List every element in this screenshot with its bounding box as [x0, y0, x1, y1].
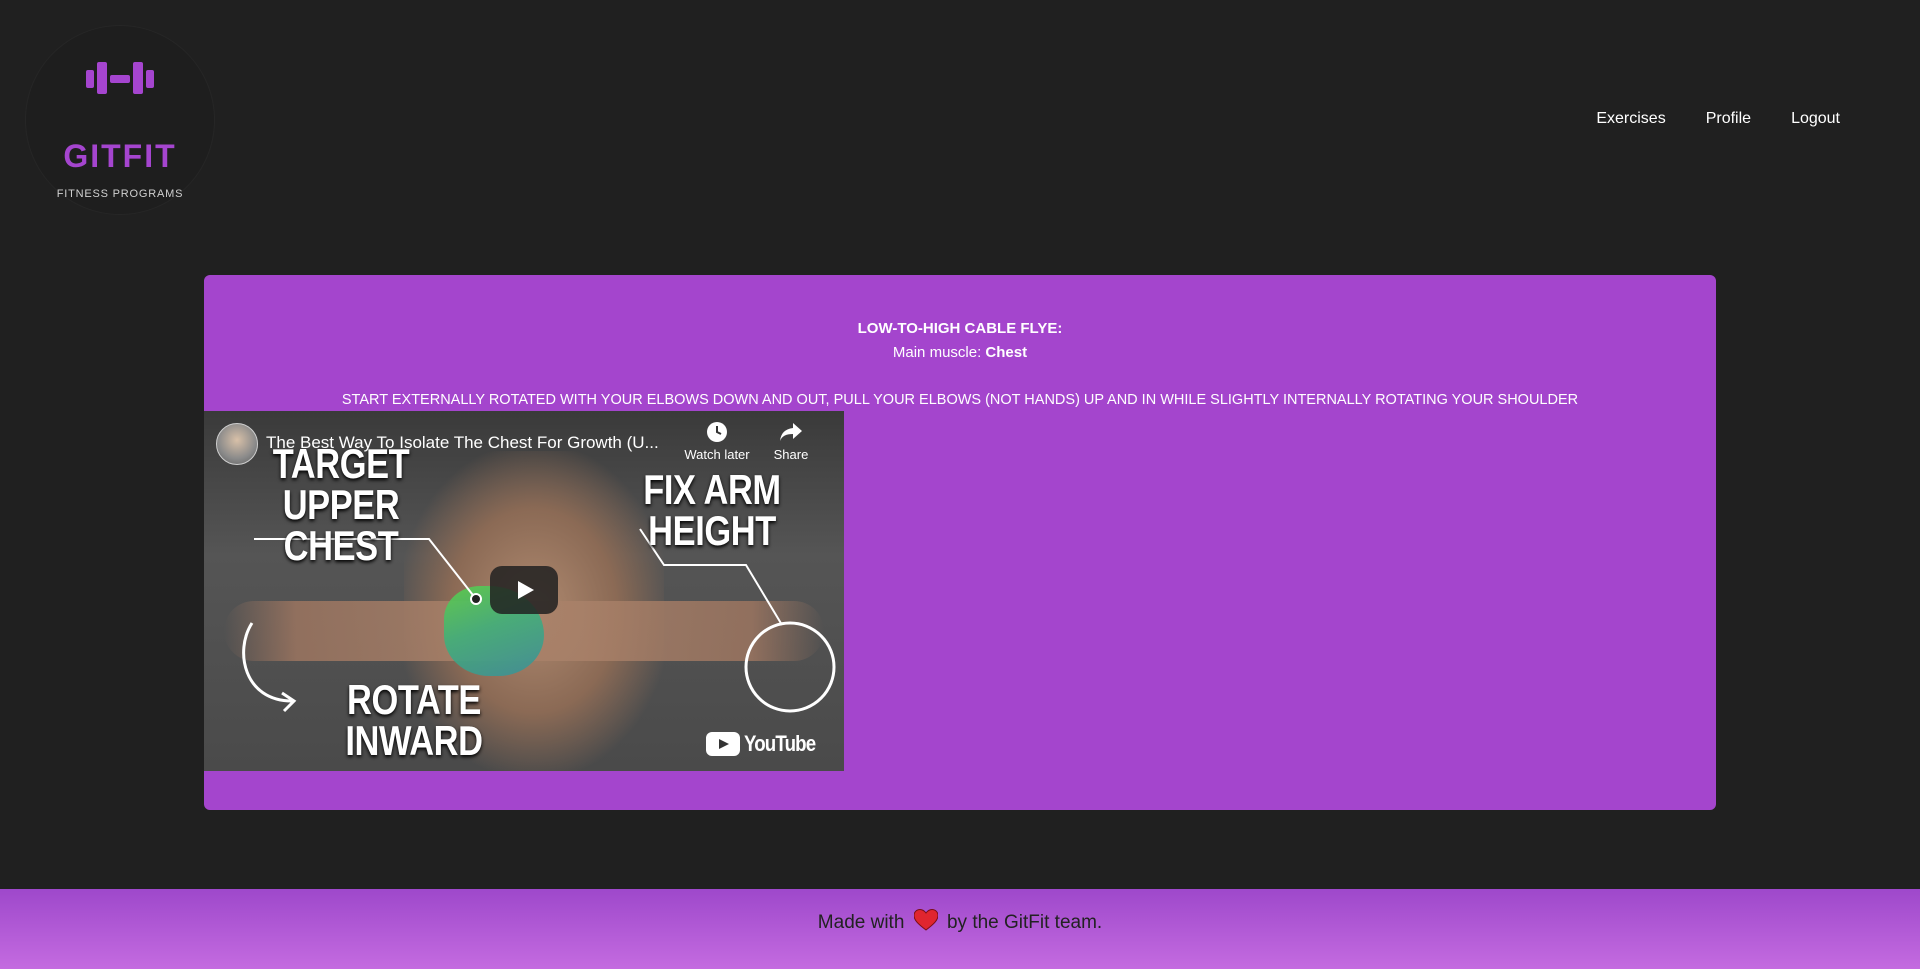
- exercise-description: START EXTERNALLY ROTATED WITH YOUR ELBOW…: [341, 392, 1579, 408]
- watch-later-label: Watch later: [684, 447, 750, 462]
- overlay-fix-line-1: FIX ARM: [643, 466, 781, 513]
- main-muscle-value: Chest: [985, 344, 1028, 361]
- play-button[interactable]: [490, 566, 558, 614]
- footer-text: Made with by the GitFit team.: [0, 909, 1920, 934]
- share-label: Share: [773, 447, 809, 462]
- overlay-rotate-line-1: ROTATE: [346, 676, 481, 723]
- overlay-fix-line-2: HEIGHT: [648, 507, 776, 555]
- youtube-play-icon: [706, 732, 741, 756]
- footer-text-before: Made with: [817, 912, 905, 933]
- logo-brand: GITFIT: [63, 138, 177, 174]
- overlay-target-text: TARGET UPPER CHEST: [239, 440, 444, 570]
- nav-exercises-link[interactable]: Exercises: [1596, 110, 1665, 128]
- share-arrow-icon: [780, 423, 802, 441]
- overlay-target-line-2: UPPER CHEST: [282, 481, 400, 570]
- exercise-title: LOW-TO-HIGH CABLE FLYE:: [857, 320, 1063, 337]
- share-button[interactable]: Share: [766, 421, 816, 462]
- main-muscle: Main muscle: Chest: [204, 344, 1716, 361]
- video-embed[interactable]: The Best Way To Isolate The Chest For Gr…: [204, 411, 844, 771]
- youtube-logo[interactable]: YouTube: [706, 731, 828, 757]
- youtube-wordmark: YouTube: [744, 731, 816, 756]
- overlay-target-line-1: TARGET: [272, 440, 410, 487]
- nav-profile-link[interactable]: Profile: [1706, 110, 1751, 128]
- clock-icon: [707, 422, 727, 442]
- dumbbell-icon: [86, 62, 154, 94]
- overlay-rotate-text: ROTATE INWARD: [307, 676, 520, 765]
- nav-logout-link[interactable]: Logout: [1791, 110, 1840, 128]
- main-nav: Exercises Profile Logout: [1596, 110, 1840, 128]
- site-logo[interactable]: GITFIT FITNESS PROGRAMS: [26, 26, 214, 214]
- overlay-rotate-line-2: INWARD: [345, 717, 483, 765]
- footer-text-after: by the GitFit team.: [946, 912, 1103, 933]
- site-footer: Made with by the GitFit team.: [0, 889, 1920, 969]
- main-muscle-label: Main muscle:: [892, 344, 982, 361]
- watch-later-button[interactable]: Watch later: [682, 421, 752, 462]
- exercise-card: LOW-TO-HIGH CABLE FLYE: Main muscle: Che…: [204, 275, 1716, 810]
- overlay-fix-text: FIX ARM HEIGHT: [622, 466, 802, 555]
- logo-subtitle: FITNESS PROGRAMS: [56, 188, 184, 200]
- heart-icon: [913, 909, 938, 931]
